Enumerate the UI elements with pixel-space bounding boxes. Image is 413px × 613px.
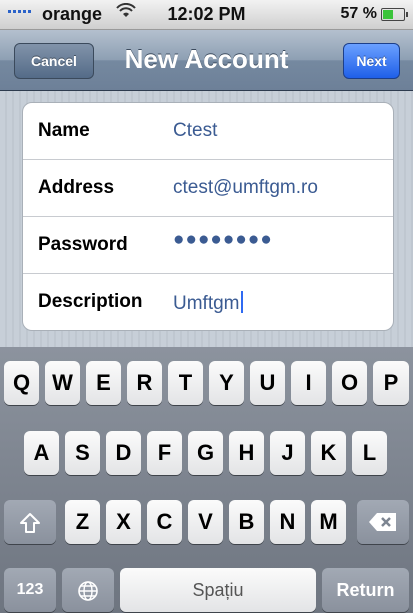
key-o[interactable]: O	[332, 361, 367, 405]
password-row[interactable]: Password ●●●●●●●●	[23, 217, 393, 274]
key-r[interactable]: R	[127, 361, 162, 405]
address-row[interactable]: Address ctest@umftgm.ro	[23, 160, 393, 217]
key-a[interactable]: A	[24, 431, 59, 475]
battery-percent: 57 %	[340, 5, 377, 22]
key-q[interactable]: Q	[4, 361, 39, 405]
delete-icon	[369, 513, 396, 531]
globe-icon	[78, 581, 98, 601]
key-k[interactable]: K	[311, 431, 346, 475]
key-i[interactable]: I	[291, 361, 326, 405]
key-d[interactable]: D	[106, 431, 141, 475]
name-label: Name	[38, 120, 90, 141]
description-row[interactable]: Description Umftgm	[23, 274, 393, 330]
navigation-bar: Cancel New Account Next	[0, 30, 413, 91]
key-p[interactable]: P	[373, 361, 409, 405]
numbers-key[interactable]: 123	[4, 568, 56, 612]
account-form: Name Ctest Address ctest@umftgm.ro Passw…	[22, 102, 394, 331]
password-field[interactable]: ●●●●●●●●	[173, 229, 273, 251]
key-u[interactable]: U	[250, 361, 285, 405]
key-v[interactable]: V	[188, 500, 223, 544]
delete-key[interactable]	[357, 500, 409, 544]
address-field[interactable]: ctest@umftgm.ro	[173, 177, 318, 199]
status-bar: orange 12:02 PM 57 %	[0, 0, 413, 30]
battery-icon	[381, 8, 408, 21]
key-t[interactable]: T	[168, 361, 203, 405]
name-field[interactable]: Ctest	[173, 120, 217, 142]
description-value: Umftgm	[173, 293, 240, 314]
key-l[interactable]: L	[352, 431, 387, 475]
description-label: Description	[38, 291, 143, 312]
password-label: Password	[38, 234, 128, 255]
next-button[interactable]: Next	[343, 43, 400, 79]
globe-key[interactable]	[62, 568, 114, 612]
key-x[interactable]: X	[106, 500, 141, 544]
key-s[interactable]: S	[65, 431, 100, 475]
return-key[interactable]: Return	[322, 568, 409, 612]
address-label: Address	[38, 177, 115, 198]
description-field[interactable]: Umftgm	[173, 291, 243, 315]
key-e[interactable]: E	[86, 361, 121, 405]
form-area: Name Ctest Address ctest@umftgm.ro Passw…	[0, 91, 413, 347]
keyboard: Q W E R T Y U I O P A S D F G H J K L Z …	[0, 347, 413, 613]
shift-icon	[20, 513, 40, 533]
key-y[interactable]: Y	[209, 361, 244, 405]
key-h[interactable]: H	[229, 431, 264, 475]
key-f[interactable]: F	[147, 431, 182, 475]
key-z[interactable]: Z	[65, 500, 100, 544]
shift-key[interactable]	[4, 500, 56, 544]
key-w[interactable]: W	[45, 361, 80, 405]
key-j[interactable]: J	[270, 431, 305, 475]
key-c[interactable]: C	[147, 500, 182, 544]
space-key[interactable]: Spațiu	[120, 568, 316, 612]
key-n[interactable]: N	[270, 500, 305, 544]
key-b[interactable]: B	[229, 500, 264, 544]
key-m[interactable]: M	[311, 500, 346, 544]
key-g[interactable]: G	[188, 431, 223, 475]
name-row[interactable]: Name Ctest	[23, 103, 393, 160]
text-cursor	[240, 291, 243, 313]
